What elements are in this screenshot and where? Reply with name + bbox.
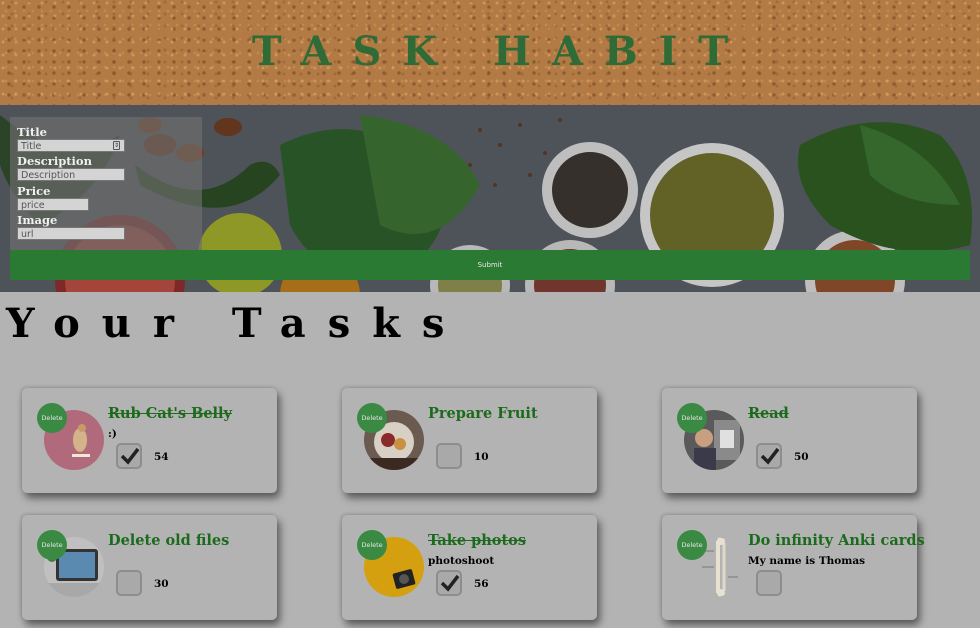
task-title: Delete old files	[108, 532, 230, 549]
delete-button[interactable]: Delete	[677, 403, 707, 433]
delete-button[interactable]: Delete	[37, 530, 67, 560]
price-label: Price	[17, 184, 51, 198]
task-description: My name is Thomas	[748, 555, 866, 567]
task-price: 56	[474, 578, 489, 590]
done-checkbox[interactable]	[116, 570, 142, 596]
image-url-input-placeholder: url	[21, 229, 34, 240]
delete-button[interactable]: Delete	[357, 530, 387, 560]
description-label: Description	[17, 154, 92, 168]
task-description: :)	[108, 428, 117, 440]
tasks-section-title: Your Tasks	[6, 300, 467, 347]
task-price: 50	[794, 451, 809, 463]
task-title: Rub Cat's Belly	[108, 405, 232, 422]
delete-button[interactable]: Delete	[357, 403, 387, 433]
image-url-input[interactable]: url	[17, 227, 125, 240]
delete-button[interactable]: Delete	[677, 530, 707, 560]
price-input[interactable]: price	[17, 198, 89, 211]
done-checkbox[interactable]	[756, 443, 782, 469]
task-title: Prepare Fruit	[428, 405, 538, 422]
price-input-placeholder: price	[21, 200, 45, 211]
task-price: 30	[154, 578, 169, 590]
submit-button[interactable]: Submit	[10, 250, 970, 280]
done-checkbox[interactable]	[436, 570, 462, 596]
task-card: Delete Take photos photoshoot 56	[342, 515, 597, 620]
check-icon	[120, 447, 140, 465]
task-card: Delete Rub Cat's Belly :) 54	[22, 388, 277, 493]
task-title: Do infinity Anki cards	[748, 532, 925, 549]
task-title: Take photos	[428, 532, 527, 549]
title-label: Title	[17, 125, 47, 139]
check-icon	[760, 447, 780, 465]
done-checkbox[interactable]	[116, 443, 142, 469]
description-input[interactable]: Description	[17, 168, 125, 181]
check-icon	[440, 574, 460, 592]
add-task-form: Title Title ⇕ Description Description Pr…	[10, 117, 202, 250]
stepper-icon[interactable]: ⇕	[113, 141, 120, 150]
task-price: 54	[154, 451, 169, 463]
description-input-placeholder: Description	[21, 170, 76, 181]
image-label: Image	[17, 213, 58, 227]
done-checkbox[interactable]	[436, 443, 462, 469]
done-checkbox[interactable]	[756, 570, 782, 596]
task-title: Read	[748, 405, 789, 422]
task-price: 10	[474, 451, 489, 463]
task-card: Delete Prepare Fruit 10	[342, 388, 597, 493]
title-input[interactable]: Title ⇕	[17, 139, 125, 152]
task-description: photoshoot	[428, 555, 495, 567]
app-title: TASK HABIT	[251, 28, 750, 75]
cork-header: TASK HABIT	[0, 0, 980, 105]
task-card: Delete Delete old files 30	[22, 515, 277, 620]
title-input-placeholder: Title	[21, 141, 42, 152]
task-card: Delete Read 50	[662, 388, 917, 493]
task-card: Delete Do infinity Anki cards My name is…	[662, 515, 925, 620]
delete-button[interactable]: Delete	[37, 403, 67, 433]
